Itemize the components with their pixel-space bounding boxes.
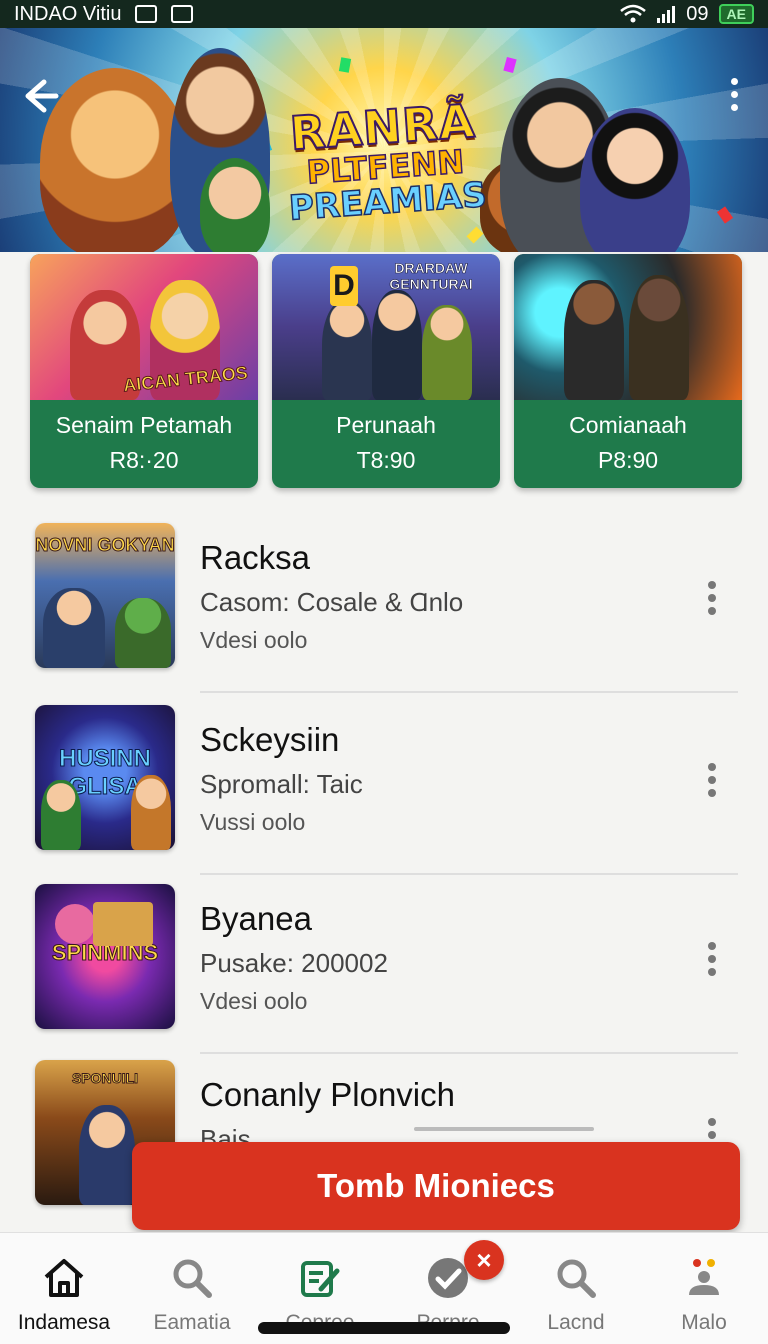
primary-action-button[interactable]: Tomb Mioniecs — [132, 1142, 740, 1230]
list-item-meta: Vdesi oolo — [200, 988, 308, 1014]
list-item-thumbnail: HUSINN GLISA — [35, 705, 175, 850]
nav-item-profile[interactable]: Malo — [640, 1233, 768, 1344]
back-arrow-icon[interactable] — [20, 76, 64, 120]
wifi-icon — [620, 4, 647, 23]
featured-card[interactable]: D DRARDAW GENNTURAI Perunaah T8:90 — [272, 254, 500, 488]
nav-item-home[interactable]: Indamesa — [0, 1233, 128, 1344]
status-bar: INDAO Vitiu 09 AE — [0, 0, 768, 28]
nav-item-explore[interactable]: Lacnd — [512, 1233, 640, 1344]
nav-label: Malo — [681, 1311, 727, 1334]
camera-notification-icon — [171, 5, 194, 23]
card-price: R8:·20 — [109, 447, 179, 473]
divider — [200, 1052, 738, 1054]
list-item[interactable]: SPINMINS Byanea Pusake: 200002 Vdesi ool… — [0, 884, 768, 1054]
clock: 09 — [686, 2, 709, 25]
battery-icon: AE — [718, 4, 754, 24]
item-more-icon[interactable] — [704, 581, 720, 621]
list-item-subtitle: Pusake: 200002 — [200, 948, 388, 978]
card-artwork: AICAN TRAOS — [30, 254, 258, 400]
featured-card[interactable]: AICAN TRAOS Senaim Petamah R8:·20 — [30, 254, 258, 488]
home-indicator[interactable] — [258, 1322, 510, 1334]
hero-character-girl — [580, 108, 690, 252]
list-item[interactable]: NOVNI GOKYAN Racksa Casom: Cosale & Ɑnlo… — [0, 523, 768, 693]
edit-icon — [301, 1261, 340, 1297]
card-title: Perunaah — [336, 412, 436, 438]
notification-badge[interactable]: × — [464, 1240, 504, 1280]
card-title: Senaim Petamah — [55, 412, 233, 438]
divider — [200, 691, 738, 693]
list-item-thumbnail: NOVNI GOKYAN — [35, 523, 175, 668]
list-item[interactable]: HUSINN GLISA Sckeysiin Spromall: Taic Vu… — [0, 705, 768, 875]
nav-label: Lacnd — [547, 1311, 605, 1334]
hero-character-kid — [200, 158, 270, 252]
nav-label: Eamatia — [153, 1311, 231, 1334]
list-item-subtitle: Spromall: Taic — [200, 769, 363, 799]
hero-banner: RANRÃ PLTFENN PREAMIAS — [0, 28, 768, 252]
nav-label: Indamesa — [17, 1311, 111, 1334]
hero-title: RANRÃ PLTFENN PREAMIAS — [287, 93, 489, 230]
list-item-subtitle: Casom: Cosale & Ɑnlo — [200, 587, 464, 617]
image-notification-icon — [135, 5, 158, 23]
home-icon — [44, 1259, 84, 1297]
list-item-title: Racksa — [200, 539, 311, 576]
card-artwork — [514, 254, 742, 400]
card-title: Comianaah — [569, 412, 687, 438]
list-item-thumbnail: SPINMINS — [35, 884, 175, 1029]
search-icon — [557, 1259, 596, 1298]
list-item-title: Sckeysiin — [200, 721, 340, 758]
carrier-label: INDAO Vitiu — [14, 2, 122, 25]
divider — [200, 873, 738, 875]
item-more-icon[interactable] — [704, 942, 720, 982]
card-price: P8:90 — [597, 447, 659, 473]
list-item-meta: Vdesi oolo — [200, 627, 308, 653]
list-item-title: Conanly Plonvich — [200, 1076, 455, 1113]
card-price: T8:90 — [356, 447, 416, 473]
list-item-meta: Vussi oolo — [200, 809, 306, 835]
featured-card[interactable]: Comianaah P8:90 — [514, 254, 742, 488]
profile-icon — [689, 1259, 719, 1295]
signal-icon — [657, 6, 676, 23]
list-item-title: Byanea — [200, 900, 312, 937]
item-more-icon[interactable] — [704, 763, 720, 803]
nav-item-search[interactable]: Eamatia — [128, 1233, 256, 1344]
more-options-icon[interactable] — [724, 78, 744, 118]
search-icon — [173, 1259, 212, 1298]
scroll-indicator — [414, 1127, 594, 1131]
featured-cards: AICAN TRAOS Senaim Petamah R8:·20 D DRAR… — [30, 254, 742, 488]
card-artwork: D DRARDAW GENNTURAI — [272, 254, 500, 400]
